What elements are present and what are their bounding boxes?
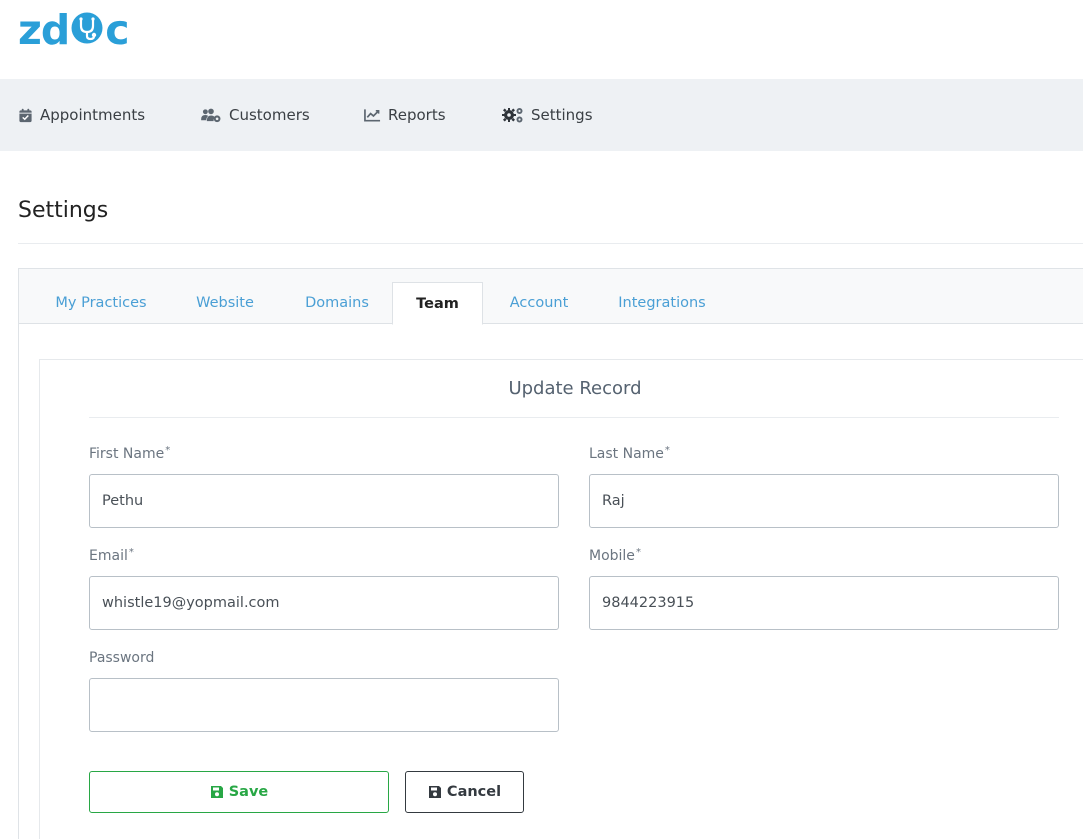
- nav-item-appointments[interactable]: Appointments: [18, 79, 145, 151]
- settings-tabbar: My Practices Website Domains Team Accoun…: [19, 269, 1083, 325]
- title-divider: [18, 243, 1083, 244]
- logo-text-left: zd: [18, 6, 70, 54]
- zdoc-logo[interactable]: zd c: [18, 6, 130, 54]
- update-record-panel: Update Record First Name* Last Name* Ema…: [39, 359, 1083, 839]
- tab-domains[interactable]: Domains: [289, 282, 385, 324]
- settings-card: My Practices Website Domains Team Accoun…: [18, 268, 1083, 839]
- cogs-icon: [502, 108, 523, 123]
- last-name-label: Last Name*: [589, 445, 670, 462]
- tab-team[interactable]: Team: [392, 282, 483, 325]
- cancel-label: Cancel: [446, 784, 502, 800]
- password-label: Password: [89, 650, 155, 666]
- tab-website[interactable]: Website: [177, 282, 273, 324]
- email-label: Email*: [89, 547, 134, 564]
- line-chart-icon: [364, 109, 381, 122]
- form-title-divider: [89, 417, 1059, 418]
- stethoscope-icon: [70, 11, 104, 49]
- password-input[interactable]: [89, 678, 559, 732]
- tab-account[interactable]: Account: [493, 282, 585, 324]
- page-title: Settings: [18, 198, 109, 223]
- nav-label-appointments: Appointments: [40, 106, 146, 124]
- logo-text-right: c: [105, 6, 129, 54]
- floppy-disk-icon: [210, 786, 223, 798]
- mobile-label: Mobile*: [589, 547, 641, 564]
- save-label: Save: [228, 784, 269, 800]
- nav-label-reports: Reports: [388, 106, 446, 124]
- nav-item-customers[interactable]: Customers: [200, 79, 310, 151]
- tab-integrations[interactable]: Integrations: [604, 282, 720, 324]
- mobile-input[interactable]: [589, 576, 1059, 630]
- nav-item-reports[interactable]: Reports: [364, 79, 446, 151]
- tab-my-practices[interactable]: My Practices: [37, 282, 165, 324]
- form-title: Update Record: [508, 378, 642, 399]
- nav-label-customers: Customers: [229, 106, 310, 124]
- cancel-button[interactable]: Cancel: [405, 771, 524, 813]
- main-navbar: Appointments Customers Reports Settings: [0, 79, 1083, 151]
- first-name-label: First Name*: [89, 445, 171, 462]
- users-cog-icon: [201, 108, 221, 122]
- nav-item-settings[interactable]: Settings: [502, 79, 593, 151]
- email-input[interactable]: [89, 576, 559, 630]
- calendar-check-icon: [19, 108, 32, 122]
- save-button[interactable]: Save: [89, 771, 389, 813]
- nav-label-settings: Settings: [531, 106, 593, 124]
- floppy-disk-icon: [428, 786, 441, 798]
- last-name-input[interactable]: [589, 474, 1059, 528]
- first-name-input[interactable]: [89, 474, 559, 528]
